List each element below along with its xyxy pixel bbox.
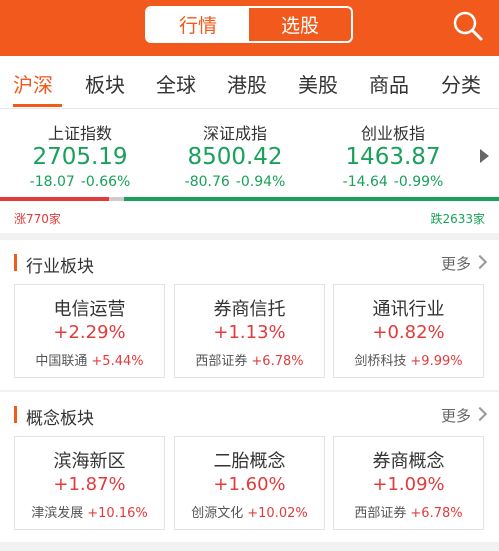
leader-name: 剑桥科技 — [354, 354, 407, 369]
decliners-bar — [124, 197, 499, 201]
decliners-count: 跌2633家 — [430, 212, 485, 226]
leader-change: +6.78% — [410, 506, 463, 521]
leader-name: 西部证券 — [195, 354, 248, 369]
index-change: -80.76 -0.94% — [160, 174, 310, 190]
leader-name: 西部证券 — [354, 506, 407, 521]
leader-change: +10.02% — [247, 506, 308, 521]
index-change-percent: -0.66% — [80, 174, 131, 190]
chevron-right-icon[interactable] — [472, 254, 488, 270]
sector-leader: 创源文化 +10.02% — [175, 502, 324, 521]
concept-section-header: 概念板块 更多 — [0, 392, 499, 436]
search-icon[interactable] — [451, 9, 485, 43]
leader-change: +10.16% — [87, 506, 148, 521]
sector-leader: 剑桥科技 +9.99% — [334, 350, 483, 369]
market-screener-switch: 行情 选股 — [145, 6, 353, 43]
sector-change: +0.82% — [372, 322, 445, 343]
leader-change: +9.99% — [410, 354, 463, 369]
index-name: 创业板指 — [360, 124, 425, 143]
section-marker — [14, 254, 17, 271]
concept-cards: 滨海新区 +1.87% 津滨发展 +10.16% 二胎概念 +1.60% 创源文化… — [0, 436, 499, 542]
advancers-count: 涨770家 — [14, 212, 61, 226]
sector-name: 通讯行业 — [372, 299, 445, 320]
leader-change: +5.44% — [91, 354, 144, 369]
sector-leader: 津滨发展 +10.16% — [15, 502, 164, 521]
concept-more-link[interactable]: 更多 — [441, 405, 471, 426]
sector-name: 二胎概念 — [213, 451, 286, 472]
sector-name: 券商信托 — [213, 299, 286, 320]
index-value: 8500.42 — [187, 144, 283, 170]
chevron-right-icon[interactable] — [472, 406, 488, 422]
sector-change: +1.87% — [53, 474, 126, 495]
sector-name: 券商概念 — [372, 451, 445, 472]
sector-card[interactable]: 券商信托 +1.13% 西部证券 +6.78% — [174, 284, 325, 378]
tab-stock-picker[interactable]: 选股 — [249, 8, 351, 41]
index-change-points: -14.64 — [342, 174, 388, 190]
index-value: 2705.19 — [32, 144, 128, 170]
industry-cards: 电信运营 +2.29% 中国联通 +5.44% 券商信托 +1.13% 西部证券 +… — [0, 284, 499, 390]
tab-commodities[interactable]: 商品 — [369, 69, 409, 98]
sector-leader: 西部证券 +6.78% — [175, 350, 324, 369]
tab-categories[interactable]: 分类 — [441, 69, 481, 98]
tab-us[interactable]: 美股 — [298, 69, 338, 98]
scroll-right-arrow-icon[interactable] — [480, 149, 489, 163]
sector-card[interactable]: 券商概念 +1.09% 西部证券 +6.78% — [333, 436, 484, 530]
breadth-divider — [109, 197, 124, 201]
sector-leader: 中国联通 +5.44% — [15, 350, 164, 369]
index-change: -18.07 -0.66% — [5, 174, 155, 190]
section-title: 行业板块 — [26, 257, 94, 277]
sector-change: +1.13% — [213, 322, 286, 343]
section-marker — [14, 406, 17, 423]
sector-card[interactable]: 滨海新区 +1.87% 津滨发展 +10.16% — [14, 436, 165, 530]
index-change-points: -80.76 — [184, 174, 230, 190]
index-change-points: -18.07 — [29, 174, 75, 190]
index-value: 1463.87 — [345, 144, 441, 170]
index-change-percent: -0.94% — [235, 174, 286, 190]
active-tab-indicator — [13, 104, 62, 107]
leader-change: +6.78% — [251, 354, 304, 369]
industry-section-header: 行业板块 更多 — [0, 240, 499, 284]
sector-change: +1.09% — [372, 474, 445, 495]
leader-name: 创源文化 — [191, 506, 244, 521]
index-change: -14.64 -0.99% — [318, 174, 468, 190]
index-name: 上证指数 — [47, 124, 112, 143]
sector-change: +2.29% — [53, 322, 126, 343]
leader-name: 中国联通 — [35, 354, 88, 369]
sector-name: 电信运营 — [53, 299, 126, 320]
tab-hk[interactable]: 港股 — [227, 69, 267, 98]
leader-name: 津滨发展 — [31, 506, 84, 521]
sector-card[interactable]: 电信运营 +2.29% 中国联通 +5.44% — [14, 284, 165, 378]
sector-leader: 西部证券 +6.78% — [334, 502, 483, 521]
tab-sectors[interactable]: 板块 — [85, 69, 125, 98]
tab-global[interactable]: 全球 — [156, 69, 196, 98]
market-breadth: 涨770家 跌2633家 — [0, 197, 499, 233]
tab-market[interactable]: 行情 — [147, 8, 249, 41]
index-change-percent: -0.99% — [393, 174, 444, 190]
sector-card[interactable]: 二胎概念 +1.60% 创源文化 +10.02% — [174, 436, 325, 530]
section-title: 概念板块 — [26, 409, 94, 429]
advancers-bar — [0, 197, 109, 201]
index-strip: 上证指数 2705.19 -18.07 -0.66% 深证成指 8500.42 -… — [0, 109, 499, 197]
index-name: 深证成指 — [202, 124, 267, 143]
sector-card[interactable]: 通讯行业 +0.82% 剑桥科技 +9.99% — [333, 284, 484, 378]
industry-more-link[interactable]: 更多 — [441, 253, 471, 274]
top-bar: 行情 选股 — [0, 0, 499, 56]
sector-change: +1.60% — [213, 474, 286, 495]
market-tabs: 沪深 板块 全球 港股 美股 商品 分类 — [0, 56, 499, 109]
tab-hushen[interactable]: 沪深 — [13, 69, 53, 98]
sector-name: 滨海新区 — [53, 451, 126, 472]
